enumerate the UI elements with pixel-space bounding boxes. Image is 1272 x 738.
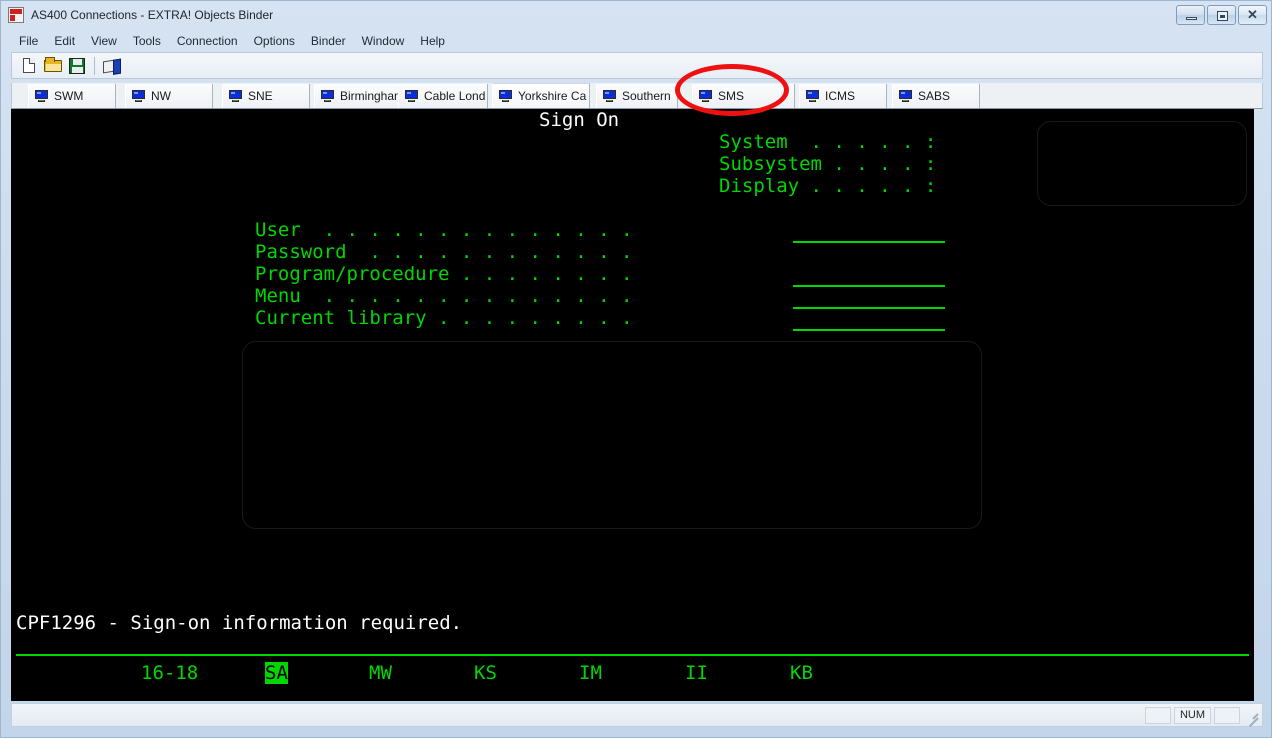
binder-button[interactable] [100,54,124,77]
status-indicator-position: 16-18 [141,662,199,684]
ghost-outline-top-right [1037,121,1247,206]
terminal-screen[interactable]: Sign On System . . . . . : Subsystem . .… [11,109,1254,701]
field-label-password: Password . . . . . . . . . . . . [255,241,633,263]
session-tab-label: Southern [622,89,671,103]
screen-title: Sign On [539,109,620,131]
input-field-password[interactable] [793,285,945,287]
status-bar: NUM [11,703,1263,727]
input-field-menu[interactable] [793,329,945,331]
status-panel-1 [1144,706,1171,724]
session-tab-label: SNE [248,89,273,103]
save-button[interactable] [65,54,89,77]
session-tab-label: Birmingham [340,89,405,103]
minimize-button[interactable] [1176,5,1205,25]
window-controls: ✕ [1176,5,1267,25]
status-indicator-im: IM [579,662,602,684]
session-tab-birmingham[interactable]: Birmingham [314,84,408,108]
menu-item-file[interactable]: File [11,32,46,50]
status-indicator-mw: MW [369,662,392,684]
session-tab-yorkshire-ca[interactable]: Yorkshire Ca [492,83,590,108]
monitor-icon [899,90,913,102]
field-label-current-library: Current library . . . . . . . . . [255,307,633,329]
as400-app-icon [8,7,24,23]
maximize-icon [1217,11,1228,21]
field-label-menu: Menu . . . . . . . . . . . . . . [255,285,633,307]
resize-grip[interactable] [1243,707,1259,723]
session-tab-label: SWM [54,89,84,103]
session-tab-label: ICMS [825,89,855,103]
menu-item-window[interactable]: Window [354,32,413,50]
monitor-icon [699,90,713,102]
menu-item-options[interactable]: Options [246,32,303,50]
monitor-icon [132,90,146,102]
monitor-icon [229,90,243,102]
session-tab-cable-lond[interactable]: Cable Lond [398,84,488,108]
new-file-button[interactable] [17,54,41,77]
status-indicator-ks: KS [474,662,497,684]
field-label-program-procedure: Program/procedure . . . . . . . . [255,263,633,285]
header-field-display-label: Display . . . . . : [719,175,937,197]
header-field-system-label: System . . . . . : [719,131,937,153]
title-bar: AS400 Connections - EXTRA! Objects Binde… [1,1,1272,29]
close-icon: ✕ [1247,7,1258,22]
session-tab-label: NW [151,89,171,103]
maximize-button[interactable] [1207,5,1236,25]
monitor-icon [806,90,820,102]
new-file-icon [23,58,35,73]
input-field-user[interactable] [793,241,945,243]
application-window: AS400 Connections - EXTRA! Objects Binde… [0,0,1272,738]
operator-information-area: 16-18 SA MW KS IM II KB [11,662,1254,692]
status-indicator-sa: SA [265,662,288,684]
session-tab-swm[interactable]: SWM [28,84,116,108]
session-tab-southern[interactable]: Southern [596,84,678,108]
status-indicator-kb: KB [790,662,813,684]
menu-item-view[interactable]: View [83,32,125,50]
monitor-icon [321,90,335,102]
binder-icon [103,58,121,74]
menu-item-binder[interactable]: Binder [303,32,354,50]
monitor-icon [35,90,49,102]
open-file-button[interactable] [41,54,65,77]
operator-info-divider [16,654,1249,656]
monitor-icon [603,90,617,102]
session-tab-icms[interactable]: ICMS [799,84,887,108]
minimize-icon [1186,17,1197,20]
session-tab-sabs[interactable]: SABS [892,84,980,108]
open-folder-icon [44,57,62,72]
session-tab-nw[interactable]: NW [125,84,213,108]
close-button[interactable]: ✕ [1238,5,1267,25]
save-icon [69,58,85,74]
status-panel-3 [1214,706,1240,724]
session-tab-sms[interactable]: SMS [692,84,795,108]
session-tab-label: Cable Lond [424,89,486,103]
menu-item-connection[interactable]: Connection [169,32,246,50]
toolbar [11,52,1263,79]
session-tab-label: SABS [918,89,951,103]
session-tab-sne[interactable]: SNE [222,84,310,108]
monitor-icon [499,90,513,102]
session-tab-bar: SWM NW SNE Birmingham Cable Lond Yorkshire Ca… [11,83,1263,109]
header-field-subsystem-label: Subsystem . . . . : [719,153,937,175]
window-title: AS400 Connections - EXTRA! Objects Binde… [31,8,274,22]
status-panel-num: NUM [1173,706,1211,724]
field-label-user: User . . . . . . . . . . . . . . [255,219,633,241]
menu-bar: File Edit View Tools Connection Options … [11,31,1263,51]
status-indicator-ii: II [685,662,708,684]
terminal-message: CPF1296 - Sign-on information required. [16,612,463,634]
ghost-outline-center [242,341,982,529]
menu-item-edit[interactable]: Edit [46,32,83,50]
monitor-icon [405,90,419,102]
menu-item-tools[interactable]: Tools [125,32,169,50]
session-tab-label: Yorkshire Ca [518,89,587,103]
input-field-program-procedure[interactable] [793,307,945,309]
menu-item-help[interactable]: Help [412,32,453,50]
toolbar-separator [94,56,95,75]
session-tab-label: SMS [718,89,745,103]
